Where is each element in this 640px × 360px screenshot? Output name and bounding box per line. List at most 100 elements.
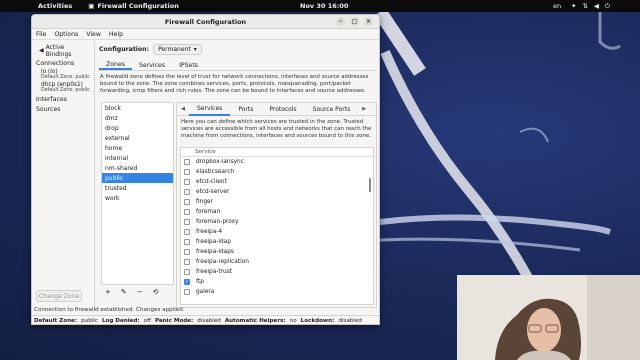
tabs-scroll-left-icon[interactable]: ◀	[177, 106, 189, 112]
activities-button[interactable]: Activities	[38, 2, 72, 10]
active-bindings-sidebar: ◀ Active Bindings Connections lo (lo) De…	[32, 41, 95, 311]
service-checkbox[interactable]: ✓	[184, 279, 190, 285]
tab-zone-ports[interactable]: Ports	[230, 103, 261, 116]
tabs-scroll-right-icon[interactable]: ▶	[358, 106, 370, 112]
service-name: etcd-client	[196, 179, 227, 185]
service-row[interactable]: freeipa-4	[181, 227, 373, 237]
tab-services[interactable]: Services	[132, 60, 172, 70]
service-row[interactable]: foreman	[181, 207, 373, 217]
service-checkbox[interactable]	[184, 209, 190, 215]
service-row[interactable]: foreman-proxy	[181, 217, 373, 227]
service-checkbox[interactable]	[184, 159, 190, 165]
menu-help[interactable]: Help	[109, 31, 123, 38]
app-menu[interactable]: ▣ Firewall Configuration	[88, 2, 179, 10]
service-name: freeipa-4	[196, 229, 223, 235]
service-row[interactable]: galera	[181, 287, 373, 297]
service-row[interactable]: freeipa-ldaps	[181, 247, 373, 257]
close-icon[interactable]: ×	[364, 17, 373, 26]
tab-zones[interactable]: Zones	[99, 60, 132, 70]
automatic-helpers-value: no	[289, 318, 297, 324]
service-checkbox[interactable]	[184, 289, 190, 295]
service-row[interactable]: dropbox-lansync	[181, 157, 373, 167]
service-row[interactable]: etcd-server	[181, 187, 373, 197]
clock[interactable]: Nov 30 16:00	[300, 2, 348, 10]
service-checkbox[interactable]	[184, 259, 190, 265]
service-name: freeipa-ldaps	[196, 249, 234, 255]
edit-zone-icon[interactable]: ✎	[121, 288, 127, 296]
connection-zone: Default Zone: public	[41, 88, 90, 93]
zone-item[interactable]: home	[102, 143, 173, 153]
zone-item[interactable]: dmz	[102, 113, 173, 123]
zone-item[interactable]: internal	[102, 153, 173, 163]
zone-description: A firewalld zone defines the level of tr…	[100, 74, 369, 94]
tab-zone-source-ports[interactable]: Source Ports	[305, 103, 359, 116]
service-row[interactable]: freeipa-trust	[181, 267, 373, 277]
zone-item-selected[interactable]: public	[102, 173, 173, 183]
service-name: ftp	[196, 279, 204, 285]
service-checkbox[interactable]	[184, 199, 190, 205]
services-scrollbar[interactable]	[369, 178, 371, 192]
service-row[interactable]: freeipa-ldap	[181, 237, 373, 247]
service-checkbox[interactable]	[184, 249, 190, 255]
zone-item[interactable]: work	[102, 193, 173, 203]
menu-view[interactable]: View	[86, 31, 101, 38]
remove-zone-icon[interactable]: −	[137, 288, 143, 296]
zone-item[interactable]: block	[102, 103, 173, 113]
service-checkbox[interactable]	[184, 189, 190, 195]
webcam-overlay	[457, 275, 640, 360]
service-row[interactable]: ✓ ftp	[181, 277, 373, 287]
maximize-icon[interactable]: □	[350, 17, 359, 26]
volume-icon: ◀	[593, 2, 599, 10]
service-name: foreman	[196, 209, 221, 215]
configuration-row: Configuration: Permanent ▾	[99, 44, 202, 55]
active-bindings-label: Active Bindings	[45, 43, 72, 58]
configuration-value: Permanent	[158, 46, 191, 53]
service-checkbox[interactable]	[184, 269, 190, 275]
minimize-icon[interactable]: –	[336, 17, 345, 26]
service-name: elasticsearch	[196, 169, 235, 175]
connection-item[interactable]: dhcp (enp0s1) Default Zone: public	[32, 82, 94, 93]
connection-item[interactable]: lo (lo) Default Zone: public	[32, 69, 94, 80]
service-checkbox[interactable]	[184, 169, 190, 175]
zone-item[interactable]: nm-shared	[102, 163, 173, 173]
menu-options[interactable]: Options	[54, 31, 78, 38]
service-row[interactable]: freeipa-replication	[181, 257, 373, 267]
window-controls: – □ ×	[336, 17, 373, 26]
menu-file[interactable]: File	[36, 31, 46, 38]
zone-item[interactable]: external	[102, 133, 173, 143]
title-bar[interactable]: Firewall Configuration – □ ×	[32, 15, 379, 29]
service-row[interactable]: elasticsearch	[181, 167, 373, 177]
service-checkbox[interactable]	[184, 229, 190, 235]
tab-zone-services[interactable]: Services	[189, 103, 231, 116]
service-checkbox[interactable]	[184, 179, 190, 185]
configuration-select[interactable]: Permanent ▾	[153, 44, 202, 55]
service-row[interactable]: etcd-client	[181, 177, 373, 187]
network-icon: ⇅	[582, 2, 588, 10]
firewall-window: Firewall Configuration – □ × File Option…	[31, 14, 380, 325]
sources-header: Sources	[36, 106, 61, 113]
service-checkbox[interactable]	[184, 239, 190, 245]
zone-item[interactable]: drop	[102, 123, 173, 133]
panic-mode-value: disabled	[197, 318, 221, 324]
services-column-header[interactable]: Service	[181, 148, 373, 157]
firewall-app-icon: ▣	[88, 2, 95, 10]
service-checkbox[interactable]	[184, 219, 190, 225]
chevron-left-icon: ◀	[39, 47, 44, 54]
connection-zone: Default Zone: public	[41, 75, 90, 80]
tab-ipsets[interactable]: IPSets	[172, 60, 205, 70]
status-message: Connection to firewalld established. Cha…	[34, 307, 185, 313]
service-row[interactable]: finger	[181, 197, 373, 207]
zone-item[interactable]: trusted	[102, 183, 173, 193]
system-tray[interactable]: ✦ ⇅ ◀ ⏻	[571, 2, 610, 11]
panic-mode-label: Panic Mode:	[154, 318, 194, 324]
language-indicator[interactable]: en	[553, 2, 561, 10]
power-icon: ⏻	[604, 1, 611, 10]
lockdown-label: Lockdown:	[300, 318, 335, 324]
load-defaults-icon[interactable]: ⟲	[153, 288, 159, 296]
service-name: dropbox-lansync	[196, 159, 244, 165]
add-zone-icon[interactable]: +	[105, 288, 111, 296]
main-panel: Configuration: Permanent ▾ Zones Service…	[96, 41, 379, 311]
tab-zone-protocols[interactable]: Protocols	[261, 103, 304, 116]
change-zone-button[interactable]: Change Zone	[36, 290, 82, 302]
active-bindings-toggle[interactable]: ◀ Active Bindings	[35, 43, 91, 58]
